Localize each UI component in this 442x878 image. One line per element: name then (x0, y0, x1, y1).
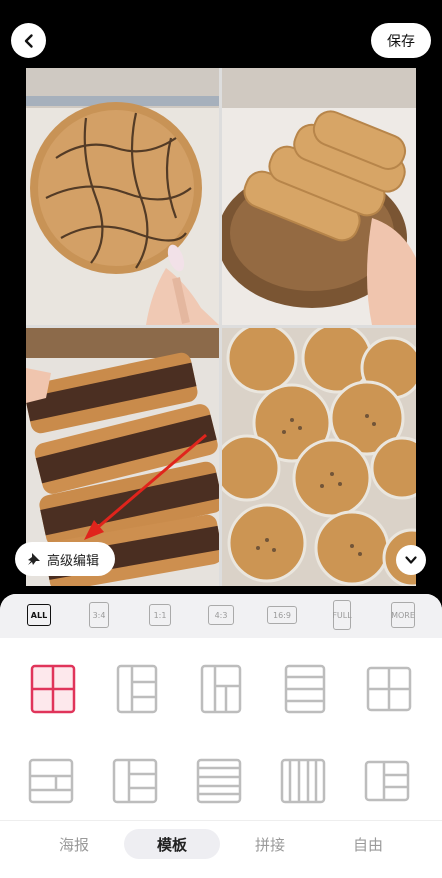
ratio-16-9[interactable]: 16:9 (267, 606, 297, 624)
ratio-more[interactable]: MORE (391, 602, 415, 628)
save-button[interactable]: 保存 (371, 23, 431, 58)
bottom-tabs: 海报 模板 拼接 自由 (0, 820, 442, 867)
collage-photo-4[interactable] (222, 328, 416, 586)
ratio-4-3[interactable]: 4:3 (208, 605, 234, 625)
pin-icon (28, 553, 40, 565)
tab-template[interactable]: 模板 (124, 829, 220, 859)
aspect-ratio-bar: ALL 3:4 1:1 4:3 16:9 FULL MORE (0, 594, 442, 638)
top-bar: 保存 (0, 0, 442, 70)
tab-free[interactable]: 自由 (338, 829, 398, 859)
tab-stitch[interactable]: 拼接 (240, 829, 300, 859)
chevron-down-icon (405, 556, 417, 564)
template-panel: ALL 3:4 1:1 4:3 16:9 FULL MORE 海报 模板 拼接 … (0, 594, 442, 878)
ratio-all[interactable]: ALL (27, 604, 51, 626)
advanced-edit-label: 高级编辑 (47, 553, 100, 569)
ratio-3-4[interactable]: 3:4 (89, 602, 109, 628)
template-left-column-split[interactable] (112, 756, 158, 806)
collage-photo-1[interactable] (26, 68, 219, 325)
template-four-rows[interactable] (282, 664, 328, 714)
collage-canvas (26, 68, 416, 586)
collapse-button[interactable] (396, 545, 426, 575)
template-offset-grid[interactable] (198, 664, 244, 714)
template-five-rows[interactable] (196, 756, 242, 806)
advanced-edit-button[interactable]: 高级编辑 (15, 542, 115, 576)
template-grid-2x2-alt[interactable] (366, 664, 412, 714)
back-button[interactable] (11, 23, 46, 58)
template-right-column-split[interactable] (364, 756, 410, 806)
ratio-1-1[interactable]: 1:1 (149, 604, 171, 626)
template-five-columns[interactable] (280, 756, 326, 806)
template-grid-2x2[interactable] (30, 664, 76, 714)
template-left-right-split[interactable] (114, 664, 160, 714)
ratio-full[interactable]: FULL (332, 600, 352, 630)
chevron-left-icon (24, 33, 33, 48)
collage-photo-2[interactable] (222, 68, 416, 325)
tab-poster[interactable]: 海报 (44, 829, 104, 859)
template-top-bottom-offset[interactable] (28, 756, 74, 806)
